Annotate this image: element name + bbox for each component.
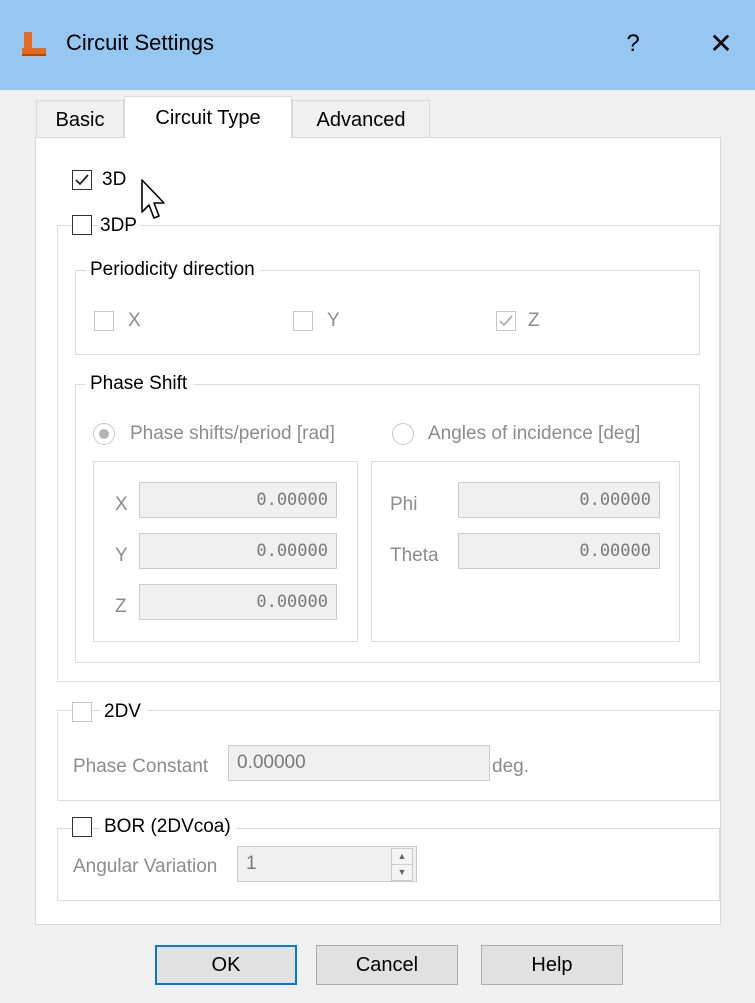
cancel-button[interactable]: Cancel xyxy=(316,945,458,985)
periodicity-z-label: Z xyxy=(528,310,540,331)
checkbox-3d[interactable] xyxy=(72,170,92,190)
checkbox-3dp[interactable] xyxy=(72,215,92,235)
phase-constant-label: Phase Constant xyxy=(73,756,209,777)
angular-variation-label: Angular Variation xyxy=(73,856,218,877)
angular-variation-field[interactable]: 1 xyxy=(237,846,417,882)
close-icon[interactable]: ✕ xyxy=(703,26,739,62)
phase-z-label: Z xyxy=(115,596,127,617)
help-button[interactable]: Help xyxy=(481,945,623,985)
help-title-button[interactable]: ? xyxy=(618,26,648,62)
title-bar: Circuit Settings ? ✕ xyxy=(0,0,755,90)
phi-label: Phi xyxy=(390,494,418,515)
mouse-cursor-icon xyxy=(141,179,165,219)
phase-y-field[interactable]: 0.00000 xyxy=(139,533,337,569)
ok-button[interactable]: OK xyxy=(155,945,297,985)
checkbox-3dp-label: 3DP xyxy=(100,214,141,238)
periodicity-y-label: Y xyxy=(327,310,340,331)
radio-angles-incidence-label: Angles of incidence [deg] xyxy=(428,423,641,444)
tab-basic[interactable]: Basic xyxy=(36,100,124,138)
checkbox-periodicity-x[interactable] xyxy=(94,311,114,331)
checkbox-periodicity-y[interactable] xyxy=(293,311,313,331)
tab-advanced[interactable]: Advanced xyxy=(292,100,430,138)
checkbox-bor-label: BOR (2DVcoa) xyxy=(100,815,237,839)
phase-constant-field[interactable]: 0.00000 xyxy=(228,745,490,781)
phase-shift-title: Phase Shift xyxy=(86,372,194,396)
phase-constant-unit: deg. xyxy=(492,756,529,777)
radio-phase-shifts-period-label: Phase shifts/period [rad] xyxy=(130,423,335,444)
spin-up-icon[interactable]: ▲ xyxy=(391,848,413,865)
checkbox-3d-label: 3D xyxy=(102,169,127,190)
periodicity-x-label: X xyxy=(128,310,141,331)
group-periodicity xyxy=(75,270,700,355)
app-icon xyxy=(22,32,46,56)
phase-x-label: X xyxy=(115,494,128,515)
phase-y-label: Y xyxy=(115,545,128,566)
check-icon xyxy=(499,315,513,327)
checkbox-periodicity-z[interactable] xyxy=(496,311,516,331)
check-icon xyxy=(75,174,89,186)
checkbox-2dv[interactable] xyxy=(72,702,92,722)
checkbox-2dv-label: 2DV xyxy=(100,700,147,724)
phi-field[interactable]: 0.00000 xyxy=(458,482,660,518)
theta-field[interactable]: 0.00000 xyxy=(458,533,660,569)
radio-angles-incidence[interactable] xyxy=(392,423,414,445)
radio-phase-shifts-period[interactable] xyxy=(93,423,115,445)
theta-label: Theta xyxy=(390,545,439,566)
periodicity-title: Periodicity direction xyxy=(86,258,261,282)
checkbox-bor[interactable] xyxy=(72,817,92,837)
phase-z-field[interactable]: 0.00000 xyxy=(139,584,337,620)
window-title: Circuit Settings xyxy=(66,30,214,55)
phase-x-field[interactable]: 0.00000 xyxy=(139,482,337,518)
spin-down-icon[interactable]: ▼ xyxy=(391,864,413,881)
tab-circuit-type[interactable]: Circuit Type xyxy=(124,96,292,138)
